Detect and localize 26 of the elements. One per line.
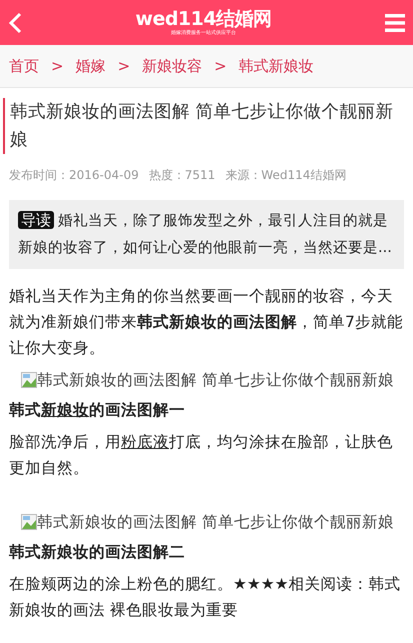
summary-badge: 导读 — [18, 211, 54, 229]
menu-icon[interactable] — [384, 12, 405, 32]
text-link[interactable]: 粉底液 — [121, 433, 169, 451]
breadcrumb-link[interactable]: 新娘妆容 — [142, 54, 202, 78]
meta-text: 热度：7511 — [148, 167, 216, 184]
paragraph: 在脸颊两边的涂上粉色的腮红。★★★★相关阅读：韩式新娘妆的画法 裸色眼妆最为重要 — [9, 574, 402, 621]
broken-image-icon — [21, 372, 37, 388]
broken-image-icon — [21, 514, 37, 530]
section-heading: 韩式新娘妆的画法图解一 — [9, 400, 186, 421]
breadcrumb-link[interactable]: 首页 — [9, 54, 39, 78]
meta-text: 发布时间：2016-04-09 — [9, 167, 139, 184]
breadcrumb-separator: > — [51, 56, 64, 77]
back-icon[interactable] — [8, 12, 22, 34]
article-title: 韩式新娘妆的画法图解 简单七步让你做个靓丽新娘 — [3, 98, 407, 154]
breadcrumb-separator: > — [214, 56, 227, 77]
image-alt-text: 韩式新娘妆的画法图解 简单七步让你做个靓丽新娘 — [37, 370, 394, 391]
section-heading: 韩式新娘妆的画法图解二 — [9, 542, 186, 563]
paragraph: 脸部洗净后，用粉底液打底，均匀涂抹在脸部，让肤色更加自然。 — [9, 432, 394, 479]
image-alt-text: 韩式新娘妆的画法图解 简单七步让你做个靓丽新娘 — [37, 512, 394, 533]
paragraph: 婚礼当天作为主角的你当然要画一个靓丽的妆容，今天就为准新娘们带来韩式新娘妆的画法图解，简单7步就能让你大变身。 — [9, 286, 404, 359]
breadcrumb-link[interactable]: 婚嫁 — [76, 54, 106, 78]
breadcrumb-link[interactable]: 韩式新娘妆 — [238, 54, 314, 78]
meta-text: 来源：Wed114结婚网 — [225, 167, 346, 184]
text-link[interactable]: 新娘妆 — [41, 401, 89, 419]
summary-text: 导读 婚礼当天，除了服饰发型之外，最引人注目的就是新娘的妆容了，如何让心爱的他眼前一亮，当然还要是... — [18, 210, 393, 258]
breadcrumb-separator: > — [118, 56, 130, 77]
